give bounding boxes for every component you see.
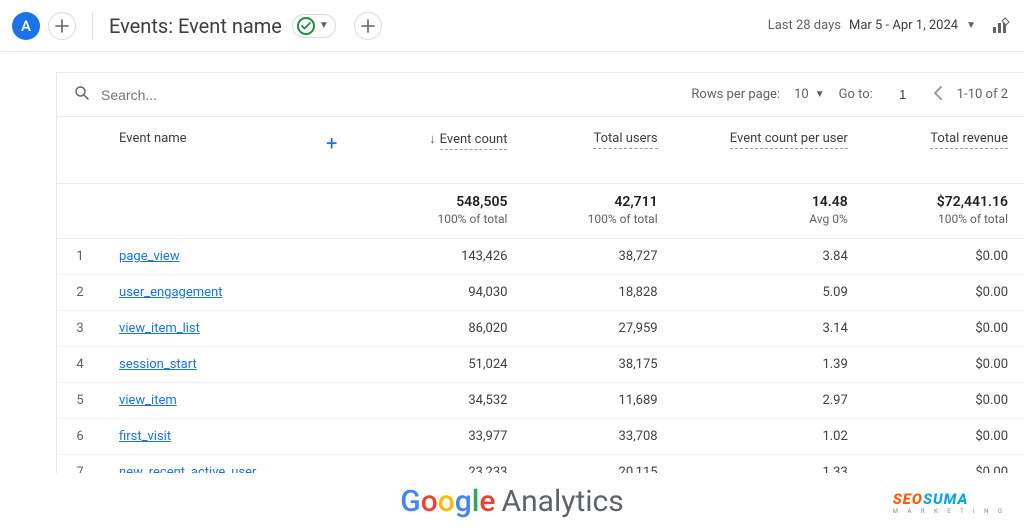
goto-label: Go to: [839, 87, 873, 102]
row-index: 1 [57, 239, 103, 275]
event-link[interactable]: view_item_list [119, 321, 200, 336]
add-comparison-button[interactable] [48, 12, 76, 40]
revenue-cell: $0.00 [864, 311, 1024, 347]
search-icon [73, 84, 91, 106]
dimension-header[interactable]: Event name + [103, 117, 353, 184]
event-link[interactable]: page_view [119, 249, 180, 264]
prev-page-button[interactable] [933, 84, 943, 105]
date-range-label: Last 28 days [768, 18, 841, 33]
chevron-down-icon: ▼ [319, 20, 329, 31]
event-count-cell: 33,977 [353, 419, 523, 455]
table-row: 2 user_engagement 94,03018,8285.09$0.00 [57, 275, 1024, 311]
event-count-cell: 143,426 [353, 239, 523, 275]
rows-per-page-select[interactable]: 10 ▼ [794, 87, 825, 102]
event-count-cell: 86,020 [353, 311, 523, 347]
event-link[interactable]: user_engagement [119, 285, 222, 300]
revenue-cell: $0.00 [864, 347, 1024, 383]
search-input[interactable] [101, 87, 301, 103]
chart-pencil-icon [991, 16, 1011, 36]
event-name-cell: view_item_list [103, 311, 353, 347]
rows-per-page-label: Rows per page: [691, 87, 780, 102]
row-index: 6 [57, 419, 103, 455]
col-header-total-revenue[interactable]: Total revenue [864, 117, 1024, 184]
total-users-cell: 38,727 [523, 239, 673, 275]
goto-input[interactable] [887, 87, 919, 103]
per-user-cell: 1.39 [674, 347, 864, 383]
event-link[interactable]: first_visit [119, 429, 171, 444]
status-pill[interactable]: ▼ [292, 14, 336, 38]
top-bar: A Events: Event name ▼ Last 28 days Mar … [0, 0, 1024, 52]
table-row: 5 view_item 34,53211,6892.97$0.00 [57, 383, 1024, 419]
totals-row: 548,505100% of total 42,711100% of total… [57, 184, 1024, 239]
event-count-cell: 34,532 [353, 383, 523, 419]
total-users-cell: 33,708 [523, 419, 673, 455]
col-header-event-count-per-user[interactable]: Event count per user [674, 117, 864, 184]
chevron-down-icon: ▼ [966, 20, 976, 31]
footer-branding: Google Analytics [0, 473, 1024, 529]
col-header-event-count[interactable]: ↓Event count [353, 117, 523, 184]
col-header-total-users[interactable]: Total users [523, 117, 673, 184]
check-circle-icon [297, 17, 315, 35]
event-link[interactable]: view_item [119, 393, 177, 408]
plus-icon [361, 19, 375, 33]
google-logo: Google [400, 484, 495, 519]
total-users-cell: 11,689 [523, 383, 673, 419]
event-name-cell: view_item [103, 383, 353, 419]
events-table: Event name + ↓Event count Total users Ev… [57, 117, 1024, 491]
sort-desc-icon: ↓ [429, 132, 436, 147]
row-index: 3 [57, 311, 103, 347]
per-user-cell: 1.02 [674, 419, 864, 455]
revenue-cell: $0.00 [864, 239, 1024, 275]
table-row: 1 page_view 143,42638,7273.84$0.00 [57, 239, 1024, 275]
analytics-text: Analytics [502, 484, 624, 519]
report-title-group: Events: Event name ▼ [109, 12, 382, 40]
per-user-cell: 2.97 [674, 383, 864, 419]
plus-icon [55, 19, 69, 33]
divider [92, 12, 93, 40]
table-toolbar: Rows per page: 10 ▼ Go to: 1-10 of 2 [57, 73, 1024, 117]
event-count-cell: 51,024 [353, 347, 523, 383]
avatar[interactable]: A [12, 12, 40, 40]
event-name-cell: first_visit [103, 419, 353, 455]
date-range-picker[interactable]: Last 28 days Mar 5 - Apr 1, 2024 ▼ [768, 18, 976, 33]
rows-per-page-value: 10 [794, 87, 809, 102]
events-table-card: Rows per page: 10 ▼ Go to: 1-10 of 2 Eve… [56, 72, 1024, 491]
add-dimension-button[interactable]: + [326, 131, 337, 155]
revenue-cell: $0.00 [864, 275, 1024, 311]
page-range: 1-10 of 2 [957, 87, 1008, 102]
event-name-cell: page_view [103, 239, 353, 275]
per-user-cell: 3.84 [674, 239, 864, 275]
table-row: 4 session_start 51,02438,1751.39$0.00 [57, 347, 1024, 383]
revenue-cell: $0.00 [864, 383, 1024, 419]
watermark: SEOSUMA M A R K E T I N G [893, 490, 1006, 515]
row-index: 5 [57, 383, 103, 419]
event-name-cell: user_engagement [103, 275, 353, 311]
event-name-cell: session_start [103, 347, 353, 383]
per-user-cell: 5.09 [674, 275, 864, 311]
event-link[interactable]: session_start [119, 357, 197, 372]
row-index: 4 [57, 347, 103, 383]
event-count-cell: 94,030 [353, 275, 523, 311]
row-index: 2 [57, 275, 103, 311]
total-users-cell: 38,175 [523, 347, 673, 383]
table-row: 3 view_item_list 86,02027,9593.14$0.00 [57, 311, 1024, 347]
per-user-cell: 3.14 [674, 311, 864, 347]
edit-report-button[interactable] [990, 15, 1012, 37]
date-range-value: Mar 5 - Apr 1, 2024 [849, 18, 958, 33]
chevron-left-icon [933, 86, 943, 100]
total-users-cell: 27,959 [523, 311, 673, 347]
add-segment-button[interactable] [354, 12, 382, 40]
page-title: Events: Event name [109, 14, 282, 38]
revenue-cell: $0.00 [864, 419, 1024, 455]
table-row: 6 first_visit 33,97733,7081.02$0.00 [57, 419, 1024, 455]
chevron-down-icon: ▼ [815, 89, 825, 100]
total-users-cell: 18,828 [523, 275, 673, 311]
